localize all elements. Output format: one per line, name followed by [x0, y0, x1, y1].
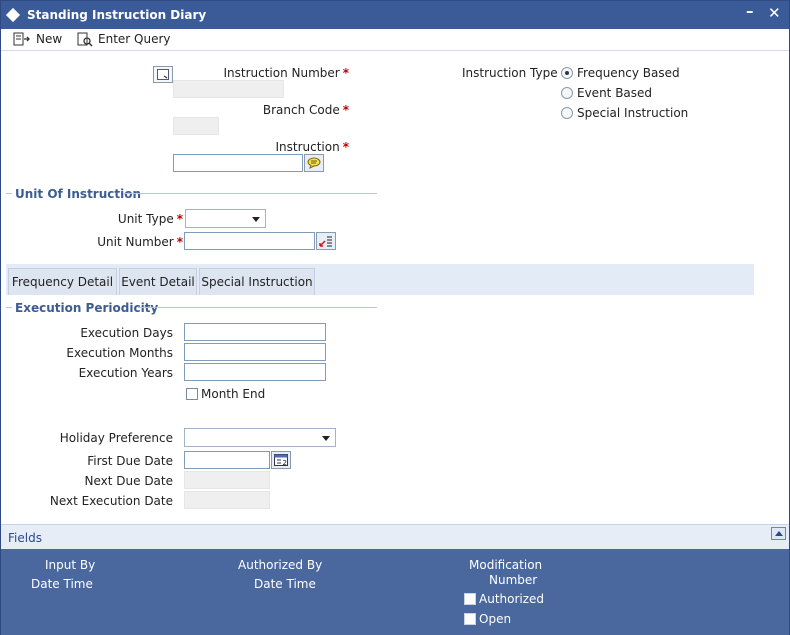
- query-icon: [77, 32, 93, 47]
- instruction-field[interactable]: [173, 154, 303, 172]
- section-divider: [138, 307, 377, 308]
- input-by-label: Input By: [45, 558, 96, 572]
- execution-months-label: Execution Months: [66, 346, 173, 360]
- checkbox-icon: [186, 388, 198, 400]
- enter-query-label: Enter Query: [98, 32, 171, 46]
- calendar-button[interactable]: 2: [271, 451, 291, 469]
- instruction-number-field[interactable]: [173, 80, 284, 98]
- radio-special-instruction[interactable]: Special Instruction: [561, 106, 688, 120]
- diamond-icon: [5, 7, 21, 23]
- authorized-date-time-label: Date Time: [254, 577, 316, 591]
- svg-text:2: 2: [283, 459, 287, 466]
- radio-selected-icon: [561, 67, 573, 79]
- unit-number-field[interactable]: [184, 232, 315, 250]
- unit-of-instruction-title: Unit Of Instruction: [15, 187, 142, 201]
- month-end-checkbox[interactable]: Month End: [186, 387, 265, 401]
- unit-type-label: Unit Type *: [117, 212, 183, 226]
- unit-number-label: Unit Number *: [97, 235, 183, 249]
- execution-days-field[interactable]: [184, 323, 326, 341]
- branch-code-label: Branch Code *: [262, 103, 349, 117]
- modification-label: Modification: [469, 558, 543, 572]
- collapse-up-icon[interactable]: [771, 527, 786, 540]
- section-divider: [6, 307, 12, 308]
- next-due-date-field[interactable]: [184, 471, 270, 489]
- radio-icon: [561, 87, 573, 99]
- note-icon: [157, 69, 169, 80]
- tab-event-detail[interactable]: Event Detail: [119, 268, 197, 295]
- branch-code-field[interactable]: [173, 117, 219, 135]
- instruction-label: Instruction *: [275, 140, 349, 154]
- tab-strip: Frequency Detail Event Detail Special In…: [6, 264, 754, 295]
- speech-bubble-icon: [307, 157, 321, 169]
- instruction-number-label: Instruction Number *: [223, 66, 349, 80]
- fields-link[interactable]: Fields: [8, 531, 42, 545]
- next-execution-date-field[interactable]: [184, 491, 270, 509]
- new-button[interactable]: New: [13, 30, 62, 48]
- standing-instruction-diary-window: Standing Instruction Diary – ✕ New Enter…: [0, 0, 790, 635]
- input-date-time-label: Date Time: [31, 577, 93, 591]
- execution-days-label: Execution Days: [80, 326, 173, 340]
- title-bar[interactable]: Standing Instruction Diary – ✕: [1, 1, 789, 29]
- radio-icon: [561, 107, 573, 119]
- new-label: New: [36, 32, 63, 46]
- first-due-date-label: First Due Date: [87, 454, 173, 468]
- modification-number-label: Number: [489, 573, 538, 587]
- execution-years-label: Execution Years: [78, 366, 173, 380]
- execution-periodicity-title: Execution Periodicity: [15, 301, 159, 315]
- section-divider: [6, 193, 12, 194]
- chevron-down-icon: [322, 436, 330, 441]
- instruction-type-label: Instruction Type: [462, 66, 558, 80]
- enter-query-button[interactable]: Enter Query: [77, 30, 171, 48]
- section-divider: [123, 193, 377, 194]
- holiday-preference-label: Holiday Preference: [59, 431, 173, 445]
- checkbox-icon: [464, 613, 476, 625]
- audit-panel: Input By Date Time Authorized By Date Ti…: [1, 549, 789, 635]
- fields-bar: Fields: [1, 524, 789, 549]
- authorized-by-label: Authorized By: [238, 558, 323, 572]
- holiday-preference-select[interactable]: [184, 428, 336, 447]
- chevron-down-icon: [252, 217, 260, 222]
- toolbar: New Enter Query: [1, 29, 789, 51]
- next-due-date-label: Next Due Date: [84, 474, 174, 488]
- new-document-icon: [13, 32, 30, 46]
- minimize-button[interactable]: –: [746, 3, 754, 19]
- instruction-comment-button[interactable]: [304, 154, 324, 172]
- radio-event-based[interactable]: Event Based: [561, 86, 652, 100]
- authorized-checkbox[interactable]: Authorized: [464, 592, 544, 606]
- execution-years-field[interactable]: [184, 363, 326, 381]
- open-checkbox[interactable]: Open: [464, 612, 511, 626]
- unit-number-lov-button[interactable]: [316, 232, 336, 250]
- tab-special-instruction[interactable]: Special Instruction: [199, 268, 315, 295]
- list-of-values-icon: [319, 236, 332, 247]
- next-execution-date-label: Next Execution Date: [49, 494, 173, 508]
- execution-months-field[interactable]: [184, 343, 326, 361]
- radio-frequency-based[interactable]: Frequency Based: [561, 66, 680, 80]
- instruction-lookup-icon[interactable]: [153, 66, 173, 83]
- tab-frequency-detail[interactable]: Frequency Detail: [8, 268, 117, 295]
- checkbox-icon: [464, 593, 476, 605]
- close-button[interactable]: ✕: [768, 5, 781, 21]
- calendar-icon: 2: [274, 454, 288, 466]
- window-title: Standing Instruction Diary: [27, 8, 207, 22]
- first-due-date-field[interactable]: [184, 451, 270, 469]
- unit-type-select[interactable]: [185, 209, 266, 228]
